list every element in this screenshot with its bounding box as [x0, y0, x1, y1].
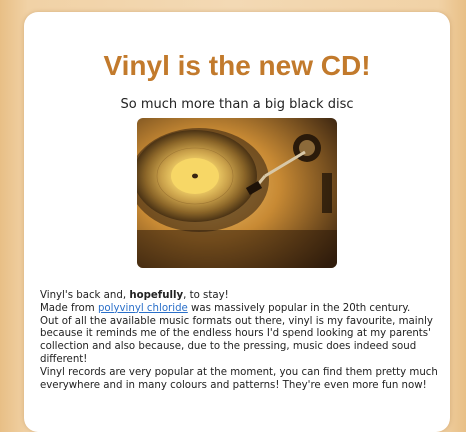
polyvinyl-chloride-link[interactable]: polyvinyl chloride	[98, 303, 188, 314]
page-title: Vinyl is the new CD!	[103, 50, 371, 81]
article-paragraph: Made from polyvinyl chloride was massive…	[40, 303, 440, 316]
emphasis-text: hopefully	[129, 290, 184, 301]
turntable-photo	[137, 118, 337, 268]
paragraph-text: Vinyl's back and,	[40, 290, 130, 301]
article-body: Vinyl's back and, hopefully, to stay! Ma…	[40, 290, 440, 392]
paragraph-text: , to stay!	[183, 290, 229, 301]
article-paragraph: Out of all the available music formats o…	[40, 315, 433, 365]
paragraph-text: Made from	[40, 302, 98, 314]
paragraph-text: was massively popular in the 20th centur…	[187, 302, 411, 314]
article-paragraph: Vinyl's back and, hopefully, to stay!	[40, 290, 440, 303]
content-card: Vinyl is the new CD! So much more than a…	[24, 12, 450, 432]
article-paragraph: Vinyl records are very popular at the mo…	[40, 366, 438, 391]
page-subtitle: So much more than a big black disc	[120, 97, 354, 112]
